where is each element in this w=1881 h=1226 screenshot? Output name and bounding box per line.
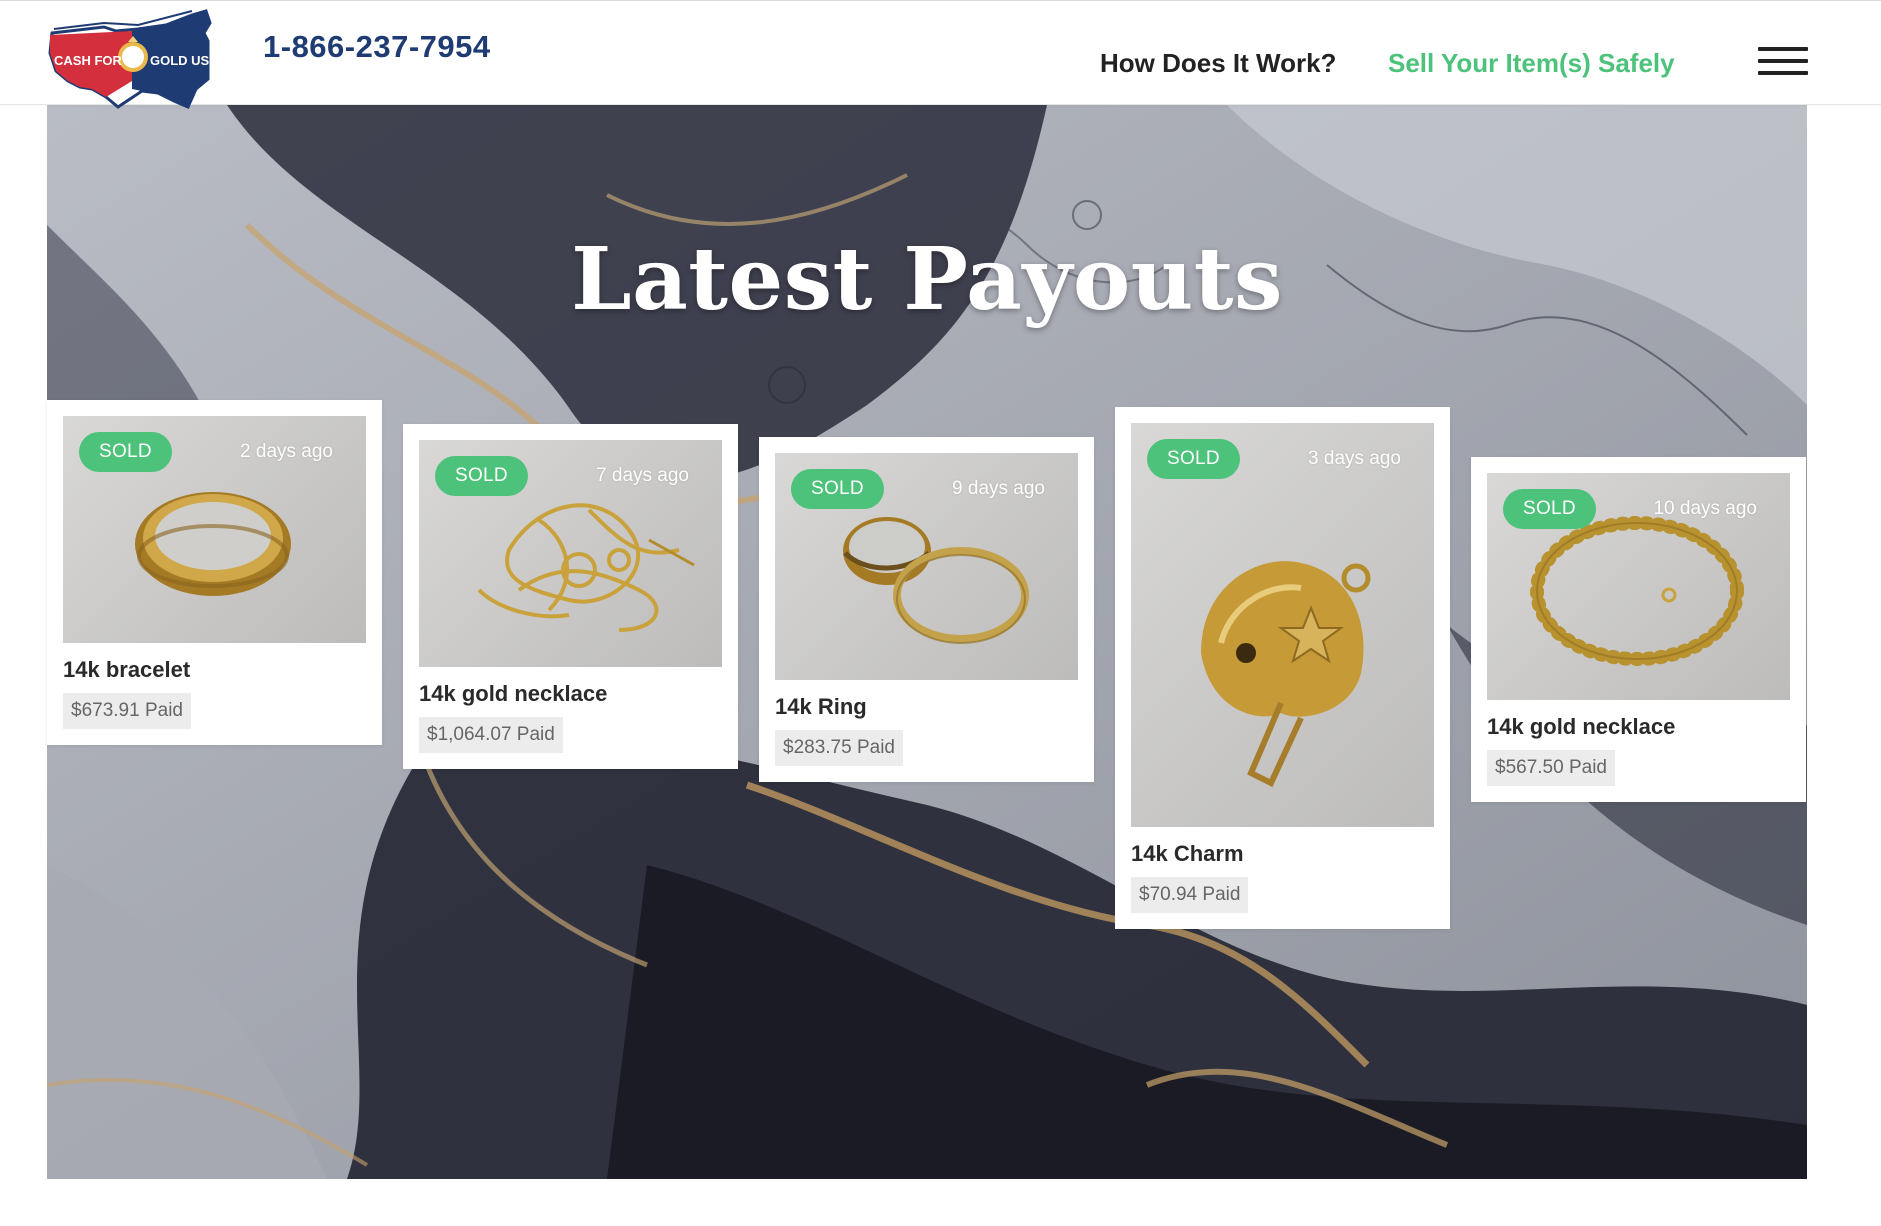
nav-sell-safely[interactable]: Sell Your Item(s) Safely	[1388, 48, 1675, 79]
nav-how-it-works[interactable]: How Does It Work?	[1100, 48, 1336, 79]
sold-badge: SOLD	[1147, 439, 1240, 479]
cash-for-gold-usa-logo: CASH FOR GOLD USA	[48, 9, 218, 109]
payout-card[interactable]: SOLD 7 days ago 14k gold necklace $1,064…	[403, 424, 738, 769]
price-paid: $1,064.07 Paid	[419, 717, 563, 753]
sold-badge: SOLD	[435, 456, 528, 496]
svg-text:CASH FOR: CASH FOR	[54, 53, 123, 68]
time-ago: 3 days ago	[1308, 448, 1401, 469]
football-helmet-charm-photo	[1201, 561, 1371, 788]
sold-badge: SOLD	[79, 432, 172, 472]
payout-image: SOLD 9 days ago	[775, 453, 1078, 680]
sold-badge: SOLD	[1503, 489, 1596, 529]
svg-text:GOLD USA: GOLD USA	[150, 53, 218, 68]
price-paid: $567.50 Paid	[1487, 750, 1615, 786]
time-ago: 9 days ago	[952, 478, 1045, 499]
item-title: 14k bracelet	[63, 657, 191, 682]
logo[interactable]: CASH FOR GOLD USA	[46, 9, 218, 115]
price-paid: $70.94 Paid	[1131, 877, 1249, 913]
price-paid: $283.75 Paid	[775, 730, 903, 766]
item-title: 14k gold necklace	[419, 681, 608, 706]
payout-image: SOLD 2 days ago	[63, 416, 366, 643]
item-title: 14k Ring	[775, 694, 867, 719]
payout-card[interactable]: SOLD 3 days ago 14k Charm $70.94 Paid	[1115, 407, 1450, 929]
payout-card[interactable]: SOLD 2 days ago 14k bracelet $673.91 Pai…	[47, 400, 382, 745]
payout-card[interactable]: SOLD 10 days ago 14k gold necklace $567.…	[1471, 457, 1806, 802]
payout-image: SOLD 10 days ago	[1487, 473, 1790, 700]
page-title: Latest Payouts	[571, 229, 1283, 330]
payout-card[interactable]: SOLD 9 days ago 14k Ring $283.75 Paid	[759, 437, 1094, 782]
price-paid: $673.91 Paid	[63, 693, 191, 729]
payout-image: SOLD 3 days ago	[1131, 423, 1434, 827]
time-ago: 2 days ago	[240, 441, 333, 462]
hamburger-icon[interactable]	[1758, 45, 1808, 77]
item-title: 14k gold necklace	[1487, 714, 1676, 739]
site-header: CASH FOR GOLD USA 1-866-237-7954 How Doe…	[0, 0, 1881, 109]
time-ago: 7 days ago	[596, 465, 689, 486]
sold-badge: SOLD	[791, 469, 884, 509]
payout-image: SOLD 7 days ago	[419, 440, 722, 667]
phone-link[interactable]: 1-866-237-7954	[263, 29, 491, 65]
time-ago: 10 days ago	[1653, 498, 1757, 519]
item-title: 14k Charm	[1131, 841, 1244, 866]
